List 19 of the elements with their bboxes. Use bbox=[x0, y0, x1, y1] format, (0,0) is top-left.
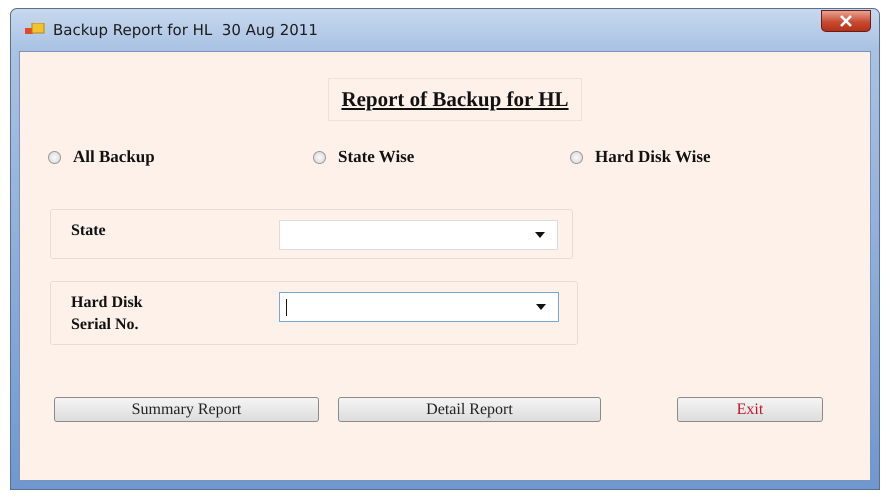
combo-box[interactable] bbox=[279, 292, 559, 322]
window-title: Backup Report for HL 30 Aug 2011 bbox=[53, 21, 319, 39]
action-button[interactable]: Exit bbox=[677, 397, 823, 422]
report-heading: Report of Backup for HL bbox=[328, 78, 582, 121]
radio-button[interactable] bbox=[48, 150, 61, 164]
field-label: Hard Disk Serial No. bbox=[71, 293, 144, 335]
action-button[interactable]: Detail Report bbox=[338, 397, 601, 422]
close-button[interactable] bbox=[821, 10, 871, 32]
field-label: State bbox=[71, 221, 107, 241]
radio-label: All Backup bbox=[73, 147, 155, 167]
radio-label: Hard Disk Wise bbox=[595, 147, 711, 167]
action-button[interactable]: Summary Report bbox=[54, 397, 319, 422]
app-icon bbox=[25, 23, 45, 37]
radio-label: State Wise bbox=[338, 147, 414, 167]
dropdown-arrow-icon bbox=[535, 232, 545, 238]
dropdown-arrow-icon bbox=[536, 304, 546, 310]
radio-button[interactable] bbox=[570, 150, 583, 164]
close-icon bbox=[839, 15, 853, 27]
radio-button[interactable] bbox=[313, 150, 326, 164]
